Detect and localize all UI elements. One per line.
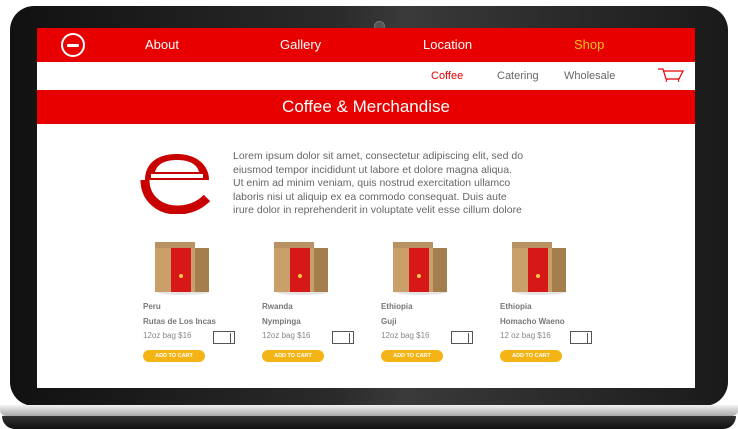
laptop-shadow (2, 416, 736, 429)
coffee-bag-icon (512, 242, 566, 295)
product-price: 12oz bag $16 (381, 331, 430, 340)
product-name: Rutas de Los Incas (143, 317, 216, 326)
quantity-input[interactable] (570, 331, 592, 344)
top-navigation: About Gallery Location Shop (37, 28, 695, 62)
product-card: Rwanda Nympinga 12oz bag $16 ADD TO CART (262, 232, 372, 362)
product-origin: Peru (143, 302, 161, 311)
product-price: 12oz bag $16 (262, 331, 311, 340)
quantity-input[interactable] (332, 331, 354, 344)
nav-shop[interactable]: Shop (574, 37, 604, 52)
page-title: Coffee & Merchandise (282, 97, 450, 116)
laptop-base (0, 405, 738, 416)
nav-location[interactable]: Location (423, 37, 472, 52)
subnav-catering[interactable]: Catering (497, 70, 539, 82)
product-origin: Rwanda (262, 302, 293, 311)
product-price: 12 oz bag $16 (500, 331, 551, 340)
e-logo-icon[interactable] (61, 33, 85, 57)
add-to-cart-button[interactable]: ADD TO CART (381, 350, 443, 362)
quantity-input[interactable] (213, 331, 235, 344)
brand-logo-icon (140, 154, 211, 214)
coffee-bag-icon (155, 242, 209, 295)
intro-paragraph: Lorem ipsum dolor sit amet, consectetur … (233, 150, 524, 216)
add-to-cart-button[interactable]: ADD TO CART (262, 350, 324, 362)
product-name: Homacho Waeno (500, 317, 565, 326)
add-to-cart-button[interactable]: ADD TO CART (143, 350, 205, 362)
product-origin: Ethiopia (500, 302, 532, 311)
subnav-wholesale[interactable]: Wholesale (564, 70, 615, 82)
nav-about[interactable]: About (145, 37, 179, 52)
website-screen: About Gallery Location Shop Coffee Cater… (37, 28, 695, 388)
add-to-cart-button[interactable]: ADD TO CART (500, 350, 562, 362)
product-card: Ethiopia Homacho Waeno 12 oz bag $16 ADD… (500, 232, 610, 362)
shopping-cart-icon[interactable] (657, 66, 685, 84)
shop-subnav: Coffee Catering Wholesale (37, 62, 695, 90)
nav-gallery[interactable]: Gallery (280, 37, 321, 52)
product-card: Ethiopia Guji 12oz bag $16 ADD TO CART (381, 232, 491, 362)
product-price: 12oz bag $16 (143, 331, 192, 340)
subnav-coffee[interactable]: Coffee (431, 70, 463, 82)
product-name: Guji (381, 317, 397, 326)
quantity-input[interactable] (451, 331, 473, 344)
coffee-bag-icon (274, 242, 328, 295)
section-banner: Coffee & Merchandise (37, 90, 695, 124)
product-name: Nympinga (262, 317, 301, 326)
coffee-bag-icon (393, 242, 447, 295)
product-card: Peru Rutas de Los Incas 12oz bag $16 ADD… (143, 232, 253, 362)
product-origin: Ethiopia (381, 302, 413, 311)
